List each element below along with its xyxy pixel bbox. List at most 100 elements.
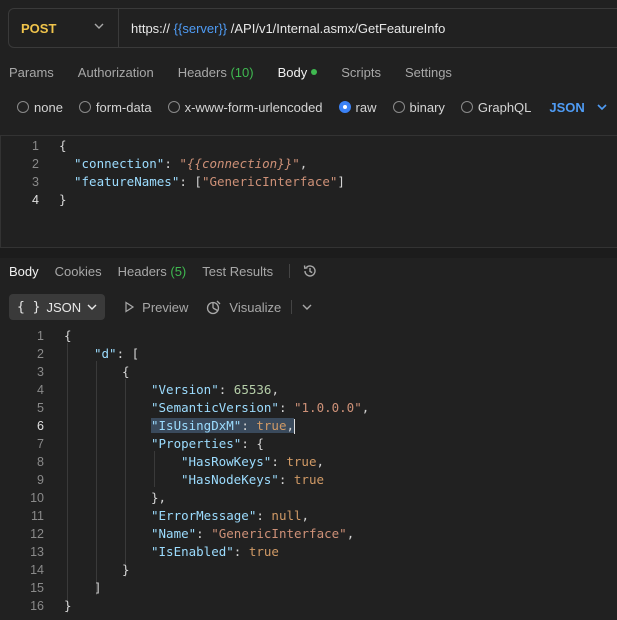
response-toolbar: { } JSON Preview Visualize [9, 294, 312, 320]
radio-icon [392, 101, 405, 113]
line-number: 13 [30, 545, 44, 559]
json-key: "HasRowKeys" [181, 454, 272, 469]
json-punct: , [286, 418, 295, 433]
json-punct: : [218, 382, 234, 397]
json-key: "featureNames" [74, 174, 180, 189]
chevron-down-icon [597, 104, 607, 111]
json-key: "IsEnabled" [151, 544, 234, 559]
response-body-viewer[interactable]: 1 2 3 4 5 6 7 8 9 10 11 12 13 14 15 16 {… [0, 326, 617, 620]
code-line: } [64, 597, 72, 615]
response-tabs: Body Cookies Headers (5) Test Results [9, 262, 318, 280]
json-key: "Version" [151, 382, 219, 397]
tab-test-results[interactable]: Test Results [202, 264, 273, 279]
radio-icon [78, 101, 91, 113]
radio-label: binary [409, 99, 445, 115]
tab-headers-label: Headers [177, 64, 227, 80]
radio-graphql[interactable]: GraphQL [460, 99, 532, 115]
response-format-select[interactable]: { } JSON [9, 294, 106, 320]
code-line: } [59, 191, 67, 209]
line-number: 9 [37, 473, 44, 487]
json-brace: { [59, 138, 67, 153]
request-tabs: Params Authorization Headers (10) Body S… [9, 62, 476, 82]
json-string: "GenericInterface" [211, 526, 347, 541]
json-punct: : [ [116, 346, 140, 361]
json-brace: } [122, 562, 130, 577]
json-punct: : [278, 472, 294, 487]
line-number: 2 [32, 157, 39, 171]
url-bar: POST https:// {{server}} /API/v1/Interna… [8, 8, 617, 48]
tab-cookies[interactable]: Cookies [55, 264, 102, 279]
radio-label: none [34, 99, 63, 115]
braces-icon: { } [17, 299, 41, 315]
raw-language-select[interactable]: JSON [549, 100, 607, 115]
chevron-down-icon [87, 304, 97, 310]
url-prefix: https:// [131, 20, 171, 36]
json-bracket: ] [94, 580, 102, 595]
history-icon[interactable] [302, 263, 318, 279]
json-punct: : [ [179, 174, 202, 189]
json-bool: true [248, 544, 279, 559]
radio-form-data[interactable]: form-data [78, 100, 152, 115]
visualize-icon [207, 300, 221, 315]
json-punct: ] [337, 174, 345, 189]
indent-guide [125, 379, 126, 577]
pane-divider[interactable] [0, 248, 617, 258]
line-number: 11 [31, 509, 44, 523]
tab-scripts[interactable]: Scripts [341, 65, 381, 80]
response-format-label: JSON [46, 299, 82, 315]
request-body-editor[interactable]: 1 2 3 4 { "connection": "{{connection}}"… [0, 135, 617, 248]
code-line: "IsEnabled": true [151, 543, 279, 561]
url-variable: {{server}} [173, 20, 228, 36]
radio-raw[interactable]: raw [338, 100, 377, 115]
radio-none[interactable]: none [17, 100, 63, 115]
line-number: 4 [32, 193, 39, 207]
indent-guide [67, 343, 68, 613]
line-number: 14 [30, 563, 44, 577]
tab-response-headers-label: Headers [117, 263, 167, 279]
radio-label: GraphQL [477, 99, 532, 115]
json-key: "Properties" [151, 436, 242, 451]
tab-body[interactable]: Body [278, 65, 318, 80]
code-line: { [59, 137, 67, 155]
json-bool: true [293, 472, 325, 487]
radio-urlencoded[interactable]: x-www-form-urlencoded [167, 100, 323, 115]
json-key: "SemanticVersion" [151, 400, 279, 415]
json-bool: true [256, 418, 287, 433]
code-line: "IsUsingDxM": true, [151, 417, 296, 435]
json-key: "d" [94, 346, 117, 361]
json-punct: : [196, 526, 212, 541]
json-punct: : [271, 454, 287, 469]
line-number: 7 [37, 437, 44, 451]
tab-params[interactable]: Params [9, 65, 54, 80]
json-brace: } [64, 598, 72, 613]
code-line: "HasRowKeys": true, [181, 453, 324, 471]
chevron-down-icon[interactable] [302, 302, 312, 312]
preview-button[interactable]: Preview [123, 300, 188, 315]
method-select[interactable]: POST [9, 9, 119, 47]
tab-authorization[interactable]: Authorization [78, 65, 154, 80]
tab-headers[interactable]: Headers (10) [178, 65, 254, 80]
divider [291, 300, 293, 314]
code-line: "Properties": { [151, 435, 264, 453]
json-brace: { [64, 328, 72, 343]
tab-response-headers[interactable]: Headers (5) [118, 264, 187, 279]
url-input[interactable]: https:// {{server}} /API/v1/Internal.asm… [119, 21, 445, 36]
chevron-down-icon [94, 23, 104, 29]
tab-response-body[interactable]: Body [9, 264, 39, 279]
indent-guide [96, 361, 97, 595]
json-punct: , [361, 400, 370, 415]
tab-body-label: Body [277, 64, 308, 80]
line-number: 16 [30, 599, 44, 613]
code-line: } [122, 561, 130, 579]
tab-settings[interactable]: Settings [405, 65, 452, 80]
json-null: null [271, 508, 302, 523]
radio-icon [17, 101, 29, 113]
json-brace: }, [151, 490, 167, 505]
json-punct: , [299, 156, 308, 171]
play-icon [125, 301, 135, 313]
json-key: "connection" [74, 156, 165, 171]
radio-binary[interactable]: binary [392, 99, 445, 115]
radio-icon [460, 101, 473, 113]
visualize-button[interactable]: Visualize [206, 299, 281, 315]
code-line: "featureNames": ["GenericInterface"] [74, 173, 345, 191]
